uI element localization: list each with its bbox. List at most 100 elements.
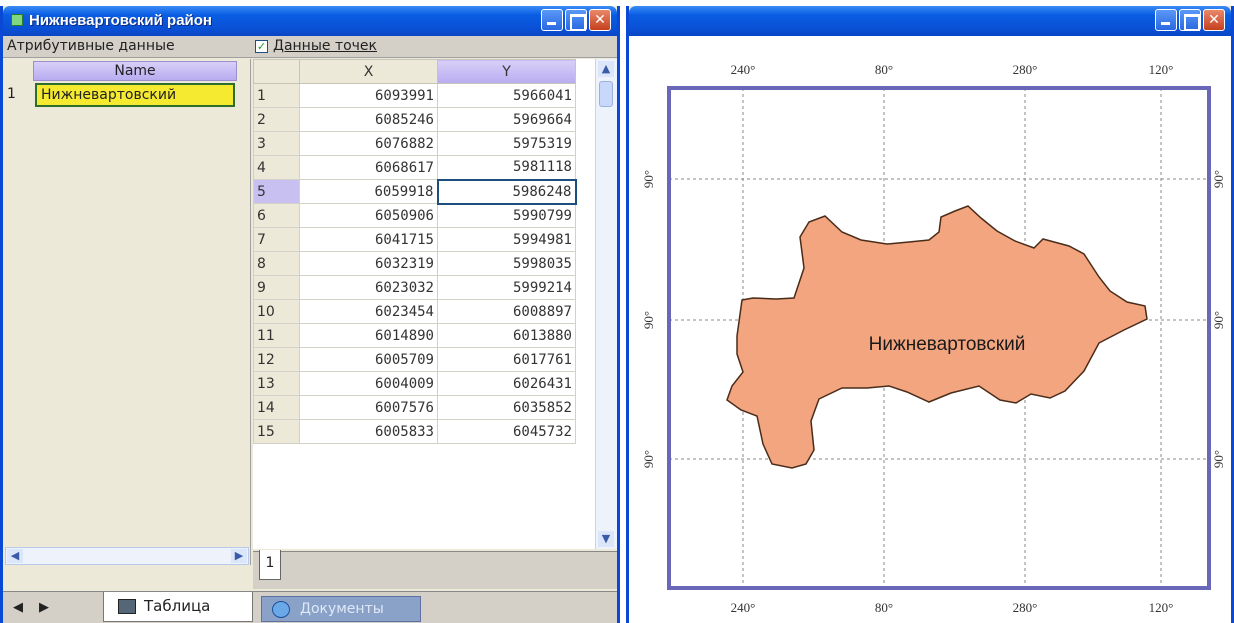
- corner-cell: [253, 59, 300, 84]
- x-cell[interactable]: 6093991: [299, 83, 438, 108]
- right-axis-label: 90°: [1211, 450, 1226, 468]
- scroll-down-icon[interactable]: ▼: [598, 531, 614, 547]
- horizontal-scrollbar[interactable]: ◀ ▶: [5, 547, 249, 565]
- prev-tab-icon[interactable]: ◀: [13, 600, 23, 615]
- y-cell[interactable]: 5994981: [437, 227, 576, 252]
- table-row[interactable]: 11 6014890 6013880: [253, 323, 576, 348]
- y-cell[interactable]: 5990799: [437, 203, 576, 228]
- table-row[interactable]: 3 6076882 5975319: [253, 131, 576, 156]
- table-row[interactable]: 4 6068617 5981118: [253, 155, 576, 180]
- row-number-cell[interactable]: 1: [253, 83, 300, 108]
- x-cell[interactable]: 6050906: [299, 203, 438, 228]
- documents-icon: [272, 601, 290, 618]
- top-axis-label: 80°: [875, 62, 893, 77]
- vertical-scrollbar[interactable]: ▲ ▼: [595, 59, 617, 549]
- tab-table[interactable]: Таблица: [103, 592, 253, 622]
- row-number-cell[interactable]: 13: [253, 371, 300, 396]
- table-row[interactable]: 13 6004009 6026431: [253, 371, 576, 396]
- table-row[interactable]: 7 6041715 5994981: [253, 227, 576, 252]
- scroll-up-icon[interactable]: ▲: [598, 61, 614, 77]
- x-cell[interactable]: 6023454: [299, 299, 438, 324]
- table-row[interactable]: 12 6005709 6017761: [253, 347, 576, 372]
- y-cell[interactable]: 5981118: [437, 155, 576, 180]
- window-title: Нижневартовский район: [29, 12, 212, 29]
- table-row[interactable]: 10 6023454 6008897: [253, 299, 576, 324]
- attribute-data-label: Атрибутивные данные: [7, 38, 175, 54]
- y-cell[interactable]: 5966041: [437, 83, 576, 108]
- x-cell[interactable]: 6085246: [299, 107, 438, 132]
- row-number-cell[interactable]: 14: [253, 395, 300, 420]
- minimize-icon: [542, 10, 562, 30]
- x-cell[interactable]: 6041715: [299, 227, 438, 252]
- y-cell[interactable]: 6017761: [437, 347, 576, 372]
- maximize-icon: [1180, 10, 1200, 31]
- y-cell[interactable]: 5969664: [437, 107, 576, 132]
- table-row[interactable]: 15 6005833 6045732: [253, 419, 576, 444]
- row-number-cell[interactable]: 3: [253, 131, 300, 156]
- y-cell[interactable]: 6045732: [437, 419, 576, 444]
- row-number-cell[interactable]: 7: [253, 227, 300, 252]
- scroll-left-icon[interactable]: ◀: [7, 549, 23, 563]
- x-cell[interactable]: 6023032: [299, 275, 438, 300]
- top-axis-label: 240°: [731, 62, 756, 77]
- map-maximize-button[interactable]: [1179, 9, 1201, 31]
- points-data-label[interactable]: Данные точек: [273, 38, 377, 54]
- y-column-header[interactable]: Y: [437, 59, 576, 84]
- row-number-cell[interactable]: 8: [253, 251, 300, 276]
- x-cell[interactable]: 6014890: [299, 323, 438, 348]
- x-cell[interactable]: 6007576: [299, 395, 438, 420]
- next-tab-icon[interactable]: ▶: [39, 600, 49, 615]
- row-number-cell[interactable]: 10: [253, 299, 300, 324]
- maximize-icon: [566, 10, 586, 31]
- y-cell[interactable]: 5999214: [437, 275, 576, 300]
- table-row[interactable]: 14 6007576 6035852: [253, 395, 576, 420]
- table-row[interactable]: 2 6085246 5969664: [253, 107, 576, 132]
- name-column-header[interactable]: Name: [33, 61, 237, 81]
- minimize-button[interactable]: [541, 9, 563, 31]
- x-cell[interactable]: 6005709: [299, 347, 438, 372]
- x-cell[interactable]: 6076882: [299, 131, 438, 156]
- y-cell[interactable]: 5998035: [437, 251, 576, 276]
- x-cell[interactable]: 6004009: [299, 371, 438, 396]
- attribute-window: Нижневартовский район ✕ Атрибутивные дан…: [0, 6, 620, 623]
- row-number-cell[interactable]: 5: [253, 179, 300, 204]
- sheet-tab[interactable]: 1: [259, 550, 281, 580]
- scroll-thumb[interactable]: [599, 81, 613, 107]
- y-cell[interactable]: 6026431: [437, 371, 576, 396]
- row-number-cell[interactable]: 12: [253, 347, 300, 372]
- map-canvas[interactable]: Нижневартовский 240° 80° 280° 120° 240° …: [629, 36, 1231, 623]
- y-cell[interactable]: 6013880: [437, 323, 576, 348]
- y-cell[interactable]: 5986248: [436, 178, 577, 205]
- x-cell[interactable]: 6068617: [299, 155, 438, 180]
- x-cell[interactable]: 6032319: [299, 251, 438, 276]
- y-cell[interactable]: 6008897: [437, 299, 576, 324]
- y-cell[interactable]: 6035852: [437, 395, 576, 420]
- map-minimize-button[interactable]: [1155, 9, 1177, 31]
- row-number-cell[interactable]: 9: [253, 275, 300, 300]
- row-number-cell[interactable]: 11: [253, 323, 300, 348]
- points-checkbox[interactable]: ✓: [255, 40, 268, 53]
- y-cell[interactable]: 5975319: [437, 131, 576, 156]
- x-cell[interactable]: 6005833: [299, 419, 438, 444]
- table-row[interactable]: 8 6032319 5998035: [253, 251, 576, 276]
- table-row[interactable]: 1 6093991 5966041: [253, 83, 576, 108]
- x-column-header[interactable]: X: [299, 59, 438, 84]
- row-number-cell[interactable]: 15: [253, 419, 300, 444]
- x-cell[interactable]: 6059918: [299, 179, 438, 204]
- map-title-bar[interactable]: ✕: [629, 6, 1231, 36]
- row-number-cell[interactable]: 4: [253, 155, 300, 180]
- map-close-button[interactable]: ✕: [1203, 9, 1225, 31]
- scroll-right-icon[interactable]: ▶: [231, 549, 247, 563]
- attr-name-cell[interactable]: Нижневартовский: [35, 83, 235, 107]
- row-number-cell[interactable]: 6: [253, 203, 300, 228]
- table-row[interactable]: 6 6050906 5990799: [253, 203, 576, 228]
- table-row[interactable]: 5 6059918 5986248: [253, 178, 577, 205]
- tab-documents[interactable]: Документы: [261, 596, 421, 622]
- attr-row-number: 1: [7, 86, 16, 102]
- row-number-cell[interactable]: 2: [253, 107, 300, 132]
- title-bar[interactable]: Нижневартовский район ✕: [3, 6, 617, 36]
- left-axis-label: 90°: [641, 311, 656, 329]
- close-button[interactable]: ✕: [589, 9, 611, 31]
- table-row[interactable]: 9 6023032 5999214: [253, 275, 576, 300]
- maximize-button[interactable]: [565, 9, 587, 31]
